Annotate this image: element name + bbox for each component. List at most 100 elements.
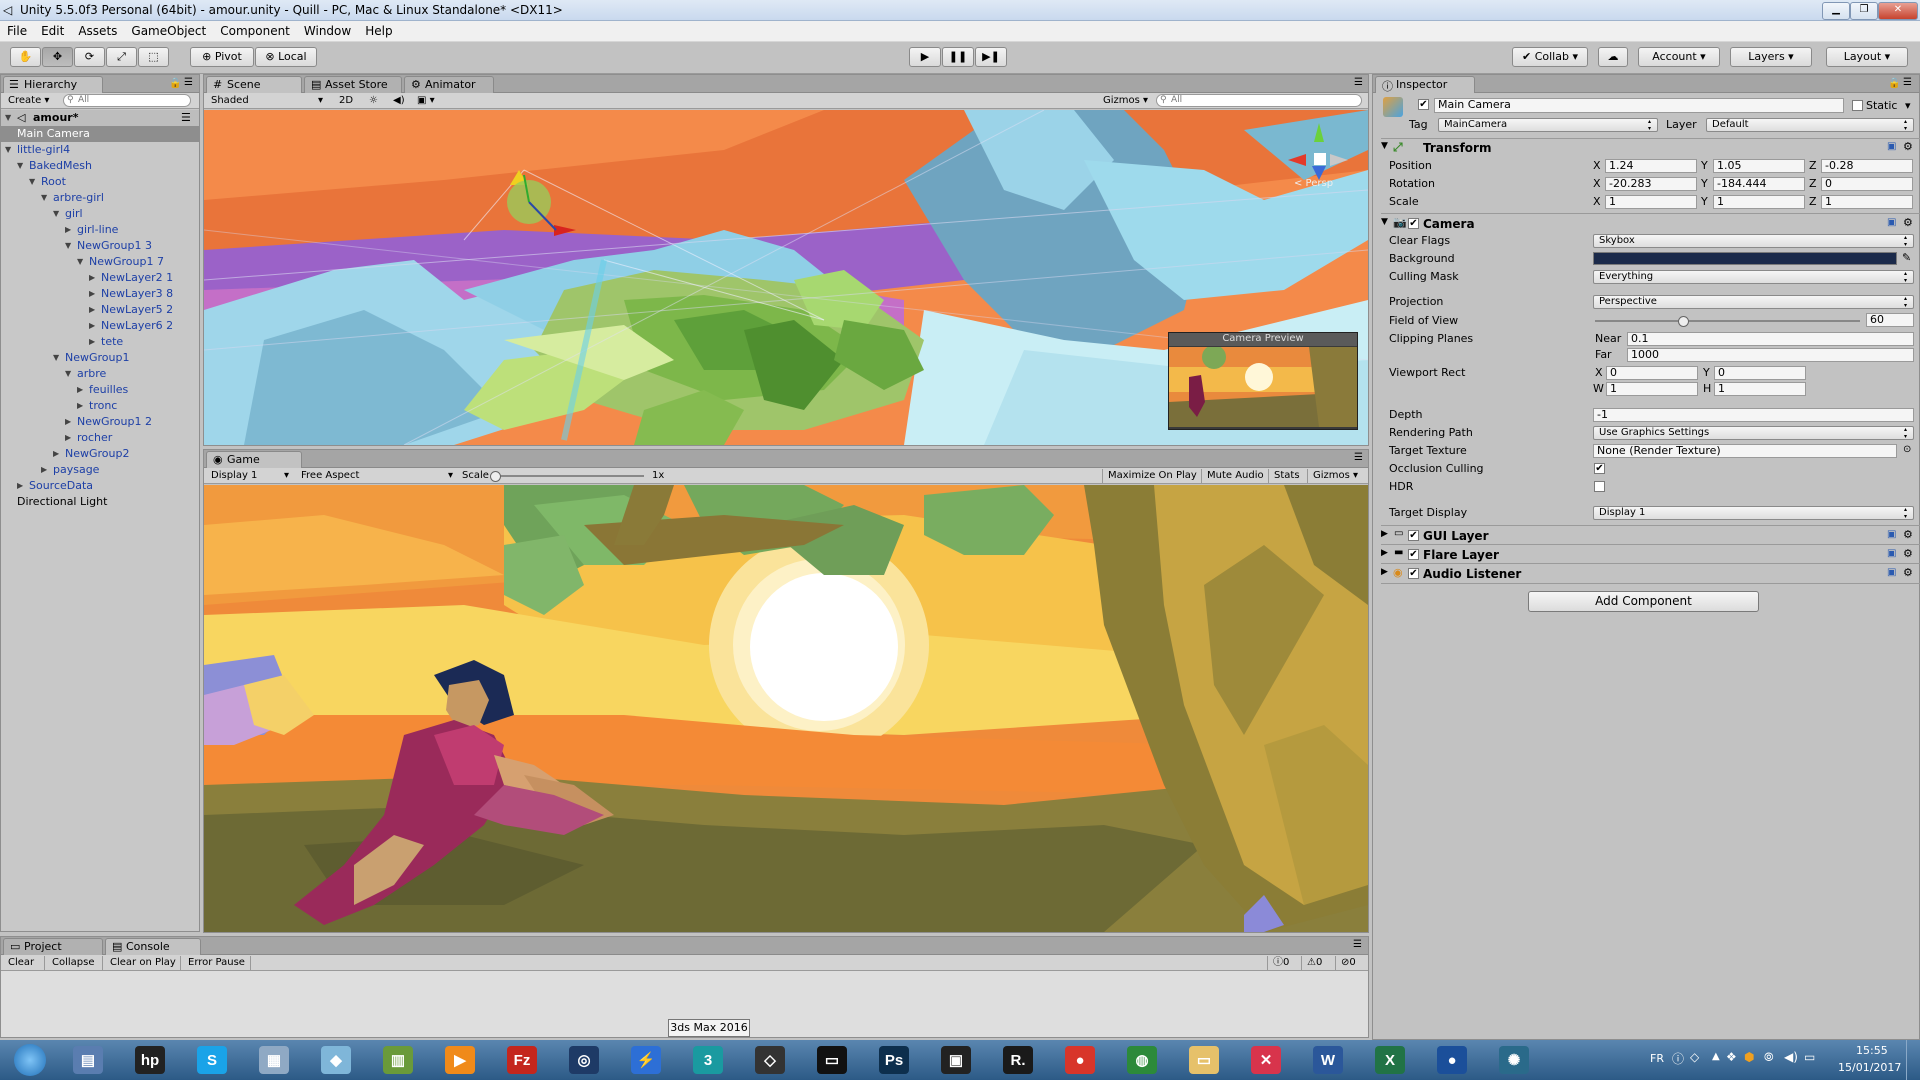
earth-app[interactable]: ● — [1426, 1044, 1478, 1076]
volume-icon[interactable]: ◀) — [1784, 1050, 1798, 1064]
expanded-arrow-icon[interactable]: ▼ — [65, 366, 75, 382]
collab-dropdown[interactable]: ✔ Collab ▾ — [1512, 47, 1588, 67]
scale-tool-button[interactable]: ⤢ — [106, 47, 137, 67]
error-count-toggle[interactable]: ⊘0 — [1335, 956, 1367, 970]
scene-search-input[interactable]: ⚲ All — [1156, 94, 1362, 107]
object-picker-icon[interactable]: ⊙ — [1903, 444, 1911, 455]
display-tray-icon[interactable]: ▭ — [1804, 1050, 1815, 1064]
far-field[interactable]: 1000 — [1627, 348, 1914, 362]
chart-app[interactable]: ▥ — [372, 1044, 424, 1076]
hierarchy-item[interactable]: ▶ feuilles — [1, 382, 199, 398]
collapsed-arrow-icon[interactable]: ▶ — [89, 302, 99, 318]
viewport-x-field[interactable]: 0 — [1606, 366, 1698, 380]
display-dropdown[interactable]: Display 1 ▾ — [206, 469, 292, 483]
lighting-toggle[interactable]: ☼ — [364, 94, 384, 108]
globe-app[interactable]: ◍ — [1116, 1044, 1168, 1076]
settings-gear-icon[interactable]: ⚙ — [1903, 528, 1913, 541]
shading-dropdown[interactable]: Shaded ▾ — [206, 94, 326, 108]
viewport-y-field[interactable]: 0 — [1714, 366, 1806, 380]
game-viewport[interactable] — [204, 485, 1368, 932]
tab-scene[interactable]: # Scene — [206, 76, 302, 93]
tab-animator[interactable]: ⚙ Animator — [404, 76, 494, 93]
mute-audio-toggle[interactable]: Mute Audio — [1201, 469, 1265, 483]
static-checkbox[interactable] — [1852, 100, 1863, 111]
hierarchy-search-input[interactable]: ⚲ All — [63, 94, 191, 107]
word-app[interactable]: W — [1302, 1044, 1354, 1076]
info-count-toggle[interactable]: ⓘ0 — [1267, 956, 1299, 970]
menu-component[interactable]: Component — [213, 21, 297, 38]
foldout-arrow-icon[interactable]: ▶ — [1381, 529, 1388, 539]
hierarchy-item[interactable]: Main Camera — [1, 126, 199, 142]
console-collapse-button[interactable]: Collapse — [47, 956, 103, 970]
hierarchy-item[interactable]: ▶ tronc — [1, 398, 199, 414]
unity-app[interactable]: ◇ — [744, 1044, 796, 1076]
hierarchy-item[interactable]: ▶ paysage — [1, 462, 199, 478]
skype-app[interactable]: S — [186, 1044, 238, 1076]
static-dropdown-icon[interactable]: ▾ — [1905, 99, 1911, 112]
video-app[interactable]: ▣ — [930, 1044, 982, 1076]
collapsed-arrow-icon[interactable]: ▶ — [41, 462, 51, 478]
audio-toggle[interactable]: ◀) — [388, 94, 408, 108]
hierarchy-item[interactable]: ▶ NewLayer6 2 — [1, 318, 199, 334]
hierarchy-item[interactable]: ▶ NewLayer5 2 — [1, 302, 199, 318]
viewport-h-field[interactable]: 1 — [1714, 382, 1806, 396]
hp-app[interactable]: hp — [124, 1044, 176, 1076]
play-button[interactable]: ▶ — [909, 47, 941, 67]
hierarchy-item[interactable]: ▼ arbre-girl — [1, 190, 199, 206]
console-clear-on-play-button[interactable]: Clear on Play — [105, 956, 181, 970]
expanded-arrow-icon[interactable]: ▼ — [5, 142, 15, 158]
create-dropdown[interactable]: Create ▾ — [3, 94, 59, 108]
2d-toggle[interactable]: 2D — [334, 94, 360, 108]
rotation-z-field[interactable]: 0 — [1821, 177, 1913, 191]
collapsed-arrow-icon[interactable]: ▶ — [65, 222, 75, 238]
add-component-button[interactable]: Add Component — [1528, 591, 1759, 612]
scale-y-field[interactable]: 1 — [1713, 195, 1805, 209]
collapsed-arrow-icon[interactable]: ▶ — [89, 286, 99, 302]
menu-edit[interactable]: Edit — [34, 21, 71, 38]
settings-gear-icon[interactable]: ⚙ — [1903, 140, 1913, 153]
projection-dropdown[interactable]: Perspective — [1593, 295, 1914, 309]
layers-dropdown[interactable]: Layers ▾ — [1730, 47, 1812, 67]
panel-menu-icon[interactable]: ☰ — [1353, 939, 1362, 950]
background-color-field[interactable] — [1593, 252, 1897, 265]
rendering-path-dropdown[interactable]: Use Graphics Settings — [1593, 426, 1914, 440]
foldout-arrow-icon[interactable]: ▼ — [1381, 141, 1388, 151]
hierarchy-item[interactable]: ▼ NewGroup1 3 — [1, 238, 199, 254]
x-app[interactable]: ✕ — [1240, 1044, 1292, 1076]
expanded-arrow-icon[interactable]: ▼ — [5, 110, 15, 126]
menu-window[interactable]: Window — [297, 21, 358, 38]
help-icon[interactable]: ▣ — [1887, 567, 1896, 578]
hierarchy-item[interactable]: ▼ girl — [1, 206, 199, 222]
maximize-on-play-toggle[interactable]: Maximize On Play — [1102, 469, 1198, 483]
lightning-app[interactable]: ⚡ — [620, 1044, 672, 1076]
collapsed-arrow-icon[interactable]: ▶ — [89, 334, 99, 350]
scale-z-field[interactable]: 1 — [1821, 195, 1913, 209]
r-app[interactable]: R. — [992, 1044, 1044, 1076]
menu-help[interactable]: Help — [358, 21, 399, 38]
collapsed-arrow-icon[interactable]: ▶ — [89, 318, 99, 334]
clear-flags-dropdown[interactable]: Skybox — [1593, 234, 1914, 248]
gizmos-dropdown[interactable]: Gizmos ▾ — [1098, 94, 1150, 108]
pause-button[interactable]: ❚❚ — [942, 47, 974, 67]
collapsed-arrow-icon[interactable]: ▶ — [77, 382, 87, 398]
collapsed-arrow-icon[interactable]: ▶ — [89, 270, 99, 286]
step-button[interactable]: ▶❚ — [975, 47, 1007, 67]
layer-dropdown[interactable]: Default — [1706, 118, 1914, 132]
layout-dropdown[interactable]: Layout ▾ — [1826, 47, 1908, 67]
hierarchy-item[interactable]: ▼ arbre — [1, 366, 199, 382]
scale-x-field[interactable]: 1 — [1605, 195, 1697, 209]
hierarchy-item[interactable]: ▼ NewGroup1 7 — [1, 254, 199, 270]
language-indicator[interactable]: FR — [1650, 1052, 1664, 1065]
rotation-x-field[interactable]: -20.283 — [1605, 177, 1697, 191]
panel-menu-icon[interactable]: ☰ — [1354, 77, 1363, 88]
depth-field[interactable]: -1 — [1593, 408, 1914, 422]
orientation-gizmo[interactable]: < Persp — [1284, 120, 1354, 190]
flare-layer-checkbox[interactable]: ✔ — [1408, 549, 1419, 560]
scene-viewport[interactable]: < Persp Camera Preview — [204, 110, 1368, 445]
panel-menu-icon[interactable]: ☰ — [1903, 77, 1912, 88]
active-checkbox[interactable]: ✔ — [1418, 99, 1429, 110]
help-icon[interactable]: ▣ — [1887, 217, 1896, 228]
scale-slider[interactable] — [490, 471, 644, 482]
menu-assets[interactable]: Assets — [71, 21, 124, 38]
scene-root-row[interactable]: ▼ ◁ amour* ☰ — [1, 110, 199, 126]
